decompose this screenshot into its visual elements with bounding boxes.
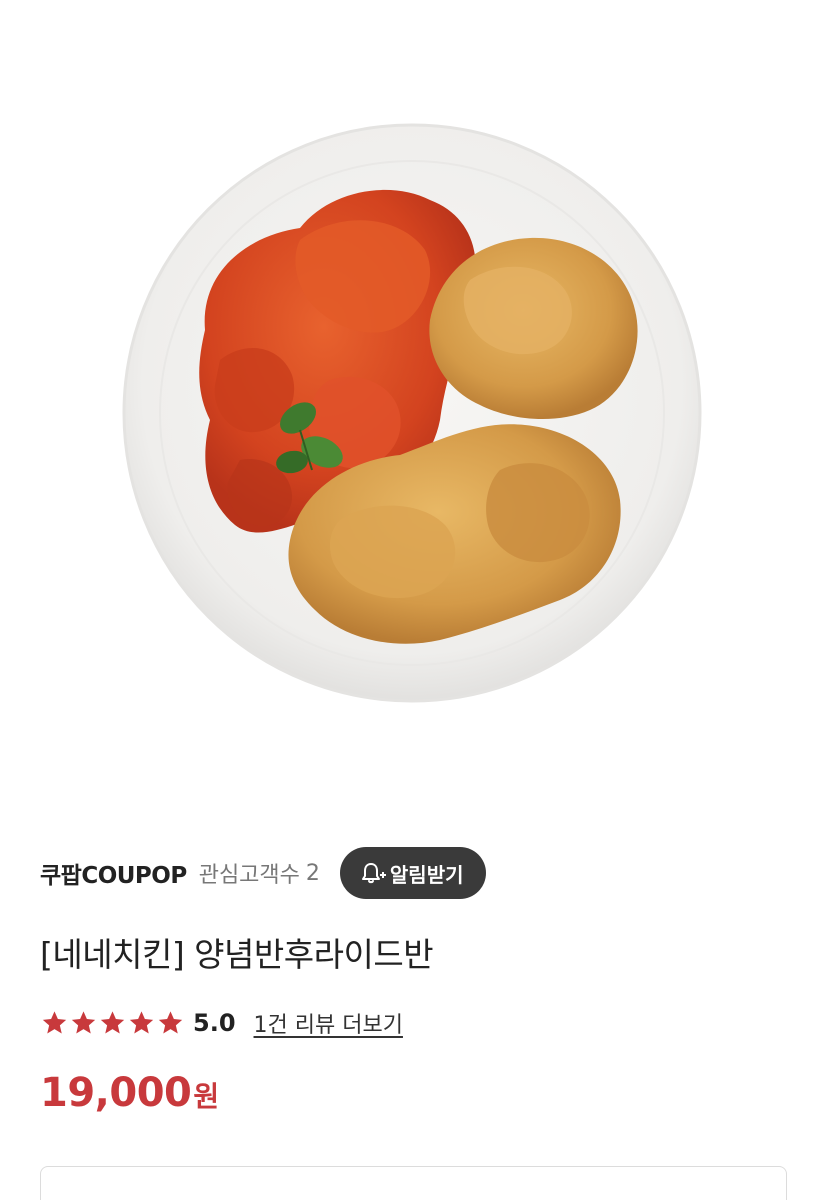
fried-chicken-plate-image [122,123,702,703]
store-name[interactable]: 쿠팝COUPOP [40,856,187,890]
price-amount: 19,000 [40,1070,192,1116]
star-icon [98,1009,127,1037]
notify-button-label: 알림받기 [389,862,464,887]
rating-value: 5.0 [193,1009,236,1037]
notify-button[interactable]: 알림받기 [339,847,486,899]
product-image[interactable] [0,0,827,790]
star-icon [40,1009,69,1037]
star-icon [69,1009,98,1037]
price-row: 19,000 원 [40,1070,219,1116]
bell-plus-icon [360,860,386,886]
follower-count: 2 [305,860,320,886]
price-unit: 원 [193,1080,220,1113]
review-more-link[interactable]: 1건 리뷰 더보기 [254,1007,403,1039]
product-title: [네네치킨] 양념반후라이드반 [40,935,434,974]
product-detail-page: 쿠팝COUPOP 관심고객수 2 알림받기 [네네치킨] 양념반후라이드반 5.… [0,0,827,1200]
option-select-box[interactable] [40,1166,787,1200]
store-info-row: 쿠팝COUPOP 관심고객수 2 알림받기 [40,846,486,900]
star-rating [40,1009,185,1037]
rating-row: 5.0 1건 리뷰 더보기 [40,1003,403,1043]
star-icon [156,1009,185,1037]
follower-count-label: 관심고객수 [198,863,300,888]
star-icon [127,1009,156,1037]
